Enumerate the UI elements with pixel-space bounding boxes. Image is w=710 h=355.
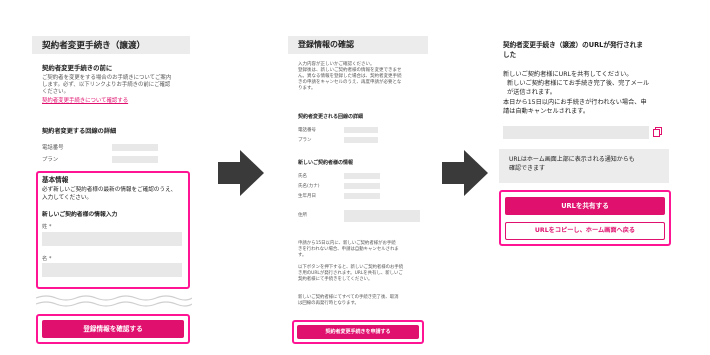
note-text: きを行われない場合、申請は自動キャンセルされま — [298, 247, 399, 252]
apply-change-button[interactable]: 契約者変更手続きを申請する — [297, 325, 419, 339]
line-section-title: 契約者変更する回線の詳細 — [42, 128, 117, 135]
kana-value — [344, 183, 380, 189]
intro-text: ん。異なる情報を登録した場合は、契約者変更手続 — [298, 74, 402, 79]
name-value — [344, 173, 380, 179]
screen-url-issued: 契約者変更手続き（譲渡）のURLが発行されま した 新しいご契約者様にURLを共… — [497, 0, 673, 250]
page-title: 登録情報の確認 — [288, 36, 428, 54]
share-url-button[interactable]: URLを共有する — [505, 197, 665, 215]
address-value — [344, 210, 420, 222]
address-label: 住所 — [298, 213, 307, 218]
instruction-text: 新しいご契約者様にURLを共有してください。 — [503, 71, 633, 78]
page-title: した — [503, 51, 517, 59]
name-label: 氏名 — [298, 174, 307, 179]
instruction-text: 新しいご契約者様にてお手続き完了後、完了メール — [507, 80, 650, 87]
note-text: 契約者様にて手続きをしてください。 — [298, 277, 373, 282]
instruction-text: が送信されます。 — [507, 89, 556, 96]
plan-label: プラン — [42, 157, 59, 163]
torn-edge-divider — [36, 295, 192, 307]
instruction-text: 本日から15日以内にお手続きが行われない場合、申 — [503, 99, 647, 106]
last-name-input[interactable] — [42, 232, 182, 246]
phone-number-value — [112, 144, 158, 151]
first-name-input[interactable] — [42, 263, 182, 277]
intro-heading: 契約者変更手続きの前に — [42, 64, 113, 72]
intro-text: 入力内容が正しいかご確認ください。 — [298, 62, 375, 67]
arrow-right-icon — [442, 150, 488, 196]
kana-label: 氏名(カナ) — [298, 184, 320, 189]
copy-url-return-home-button[interactable]: URLをコピーし、ホーム画面へ戻る — [505, 222, 665, 240]
note-text: き用のURLが発行されます。URLを共有し、新しいご — [298, 271, 403, 276]
intro-link[interactable]: 契約者変更手続きについて確認する — [42, 98, 128, 104]
arrow-right-icon — [218, 150, 264, 196]
last-name-label: 姓 * — [42, 224, 52, 230]
basic-info-text: 入力してください。 — [42, 195, 93, 201]
first-name-label: 名 * — [42, 256, 52, 262]
note-text: は回線の再発行時となります。 — [298, 301, 359, 306]
birthday-value — [344, 193, 380, 199]
note-text: 申請から15日以内に、新しいご契約者様がお手続 — [298, 241, 396, 246]
issued-url-field[interactable] — [503, 126, 649, 139]
plan-value — [112, 156, 158, 163]
line-section-title: 契約者変更される回線の詳細 — [298, 114, 364, 120]
screen-registration-confirm: 登録情報の確認 入力内容が正しいかご確認ください。 登録後は、新しいご契約者様の… — [288, 0, 428, 348]
note-text: 新しいご契約者様にてすべての手続き完了後、取消 — [298, 295, 399, 300]
plan-value — [344, 137, 378, 143]
new-contractor-heading: 新しいご契約者様の情報入力 — [42, 212, 118, 218]
instruction-text: 請は自動キャンセルされます。 — [503, 108, 590, 115]
phone-number-label: 電話番号 — [42, 145, 64, 151]
basic-info-heading: 基本情報 — [42, 176, 69, 184]
new-contractor-section-title: 新しいご契約者様の情報 — [298, 160, 354, 166]
intro-text: ります。 — [298, 86, 316, 91]
hint-text: 確認できます — [509, 165, 546, 172]
basic-info-text: 必ず新しいご契約者様の最新の情報をご確認のうえ、 — [42, 187, 177, 193]
note-text: す。 — [298, 253, 307, 258]
plan-label: プラン — [298, 138, 312, 143]
intro-text: 登録後は、新しいご契約者様の情報を変更できませ — [298, 68, 402, 73]
intro-text: ください。 — [42, 89, 69, 95]
phone-number-label: 電話番号 — [298, 128, 316, 133]
intro-text: ご契約者を変更をする場合のお手続きについてご案内 — [42, 75, 172, 81]
screen-contract-change-input: 契約者変更手続き（譲渡） 契約者変更手続きの前に ご契約者を変更をする場合のお手… — [32, 0, 194, 348]
phone-number-value — [344, 127, 378, 133]
intro-text: します。必ず、以下リンクよりお手続きの前にご確認 — [42, 82, 171, 88]
confirm-registration-button[interactable]: 登録情報を確認する — [42, 320, 184, 338]
page-title: 契約者変更手続き（譲渡）のURLが発行されま — [503, 41, 643, 49]
hint-text: URLはホーム画面上部に表示される通知からも — [509, 156, 635, 163]
intro-text: きの申請をキャンセルのうえ、再度申請が必要とな — [298, 80, 402, 85]
birthday-label: 生年月日 — [298, 194, 316, 199]
copy-icon[interactable] — [653, 127, 662, 137]
page-title: 契約者変更手続き（譲渡） — [32, 36, 190, 54]
note-text: 以下ボタンを押下すると、新しいご契約者様のお手続 — [298, 265, 404, 270]
